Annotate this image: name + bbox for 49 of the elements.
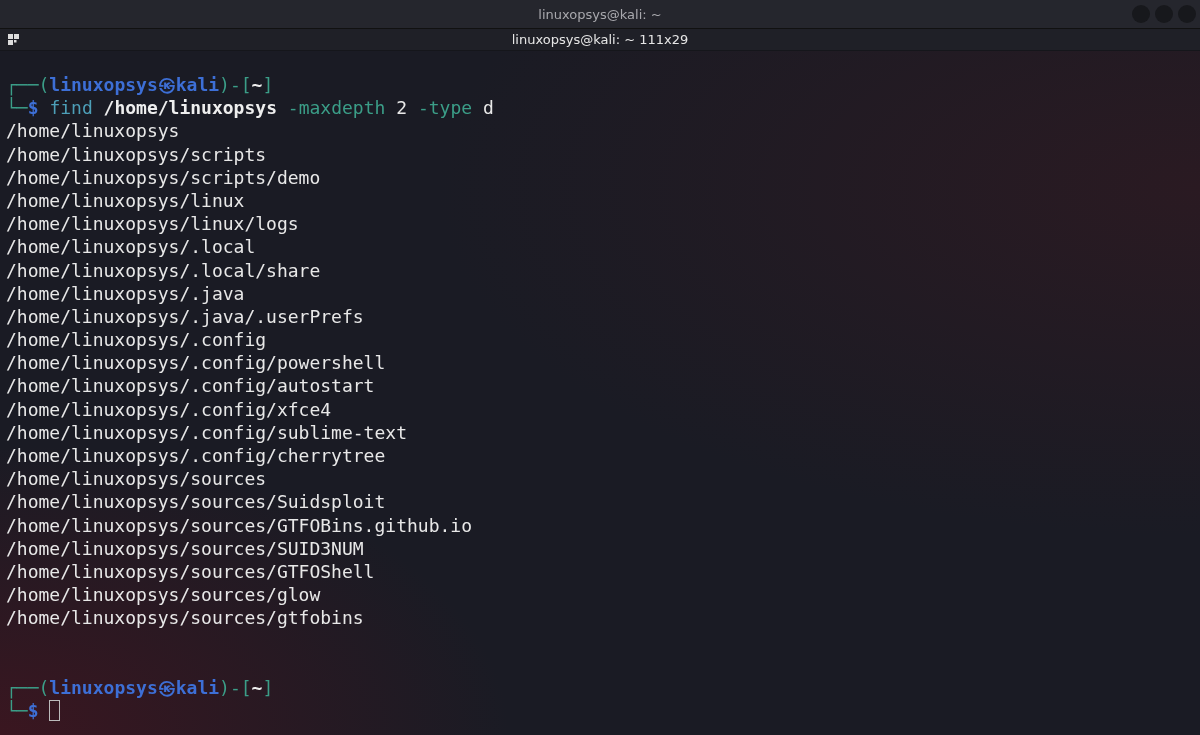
output-line: /home/linuxopsys/.config/powershell — [6, 352, 386, 374]
output-line: /home/linuxopsys/.config/sublime-text — [6, 421, 407, 443]
prompt-frame: ] — [262, 676, 274, 698]
output-line: /home/linuxopsys — [6, 120, 180, 142]
command-value: 2 — [396, 97, 408, 119]
output-line: /home/linuxopsys/linux — [6, 189, 245, 211]
prompt-user: linuxopsys — [49, 74, 158, 95]
prompt-frame: )-[ — [219, 676, 252, 698]
prompt-host: kali — [175, 74, 220, 95]
command-option: -type — [417, 97, 473, 119]
command-value: d — [482, 97, 494, 119]
output-line: /home/linuxopsys/.local/share — [6, 259, 321, 281]
prompt-user: linuxopsys — [49, 676, 158, 698]
prompt-sign: $ — [27, 699, 39, 721]
prompt-directory: ~ — [251, 74, 263, 95]
output-line: /home/linuxopsys/sources/GTFOShell — [6, 560, 375, 582]
tab-title: linuxopsys@kali: ~ 111x29 — [511, 32, 689, 47]
command-option: -maxdepth — [287, 97, 386, 119]
prompt-frame: └─ — [6, 97, 28, 119]
output-line: /home/linuxopsys/.java/.userPrefs — [6, 305, 364, 327]
output-line: /home/linuxopsys/sources/gtfobins — [6, 607, 364, 629]
window-title: linuxopsys@kali: ~ — [538, 6, 662, 22]
command-name: find — [49, 97, 93, 119]
prompt-sign: $ — [27, 97, 39, 119]
output-line: /home/linuxopsys/sources/SUID3NUM — [6, 537, 364, 559]
prompt-host: kali — [175, 676, 220, 698]
prompt-symbol: ㉿ — [157, 676, 176, 698]
prompt-frame: └─ — [6, 699, 28, 721]
prompt-directory: ~ — [251, 676, 263, 698]
output-line: /home/linuxopsys/.config/xfce4 — [6, 398, 332, 420]
output-line: /home/linuxopsys/sources — [6, 468, 267, 490]
output-line: /home/linuxopsys/sources/glow — [6, 584, 321, 606]
output-line: /home/linuxopsys/.local — [6, 236, 256, 258]
output-line: /home/linuxopsys/scripts/demo — [6, 166, 321, 188]
prompt-frame: ] — [262, 74, 274, 95]
output-line: /home/linuxopsys/.config/cherrytree — [6, 445, 386, 466]
output-line: /home/linuxopsys/.config — [6, 329, 267, 351]
prompt-frame: )-[ — [219, 74, 252, 95]
command-path: /home/linuxopsys — [103, 97, 277, 119]
prompt-frame: ┌──( — [6, 74, 50, 95]
prompt-symbol: ㉿ — [157, 74, 176, 95]
prompt-frame: ┌──( — [6, 676, 50, 698]
menu-icon[interactable] — [8, 34, 20, 46]
output-line: /home/linuxopsys/sources/Suidsploit — [6, 491, 386, 513]
output-line: /home/linuxopsys/sources/GTFOBins.github.io — [6, 514, 472, 536]
output-line: /home/linuxopsys/linux/logs — [6, 213, 299, 235]
output-line: /home/linuxopsys/scripts — [6, 143, 267, 165]
output-line: /home/linuxopsys/.config/autostart — [6, 375, 375, 397]
output-line: /home/linuxopsys/.java — [6, 282, 245, 304]
